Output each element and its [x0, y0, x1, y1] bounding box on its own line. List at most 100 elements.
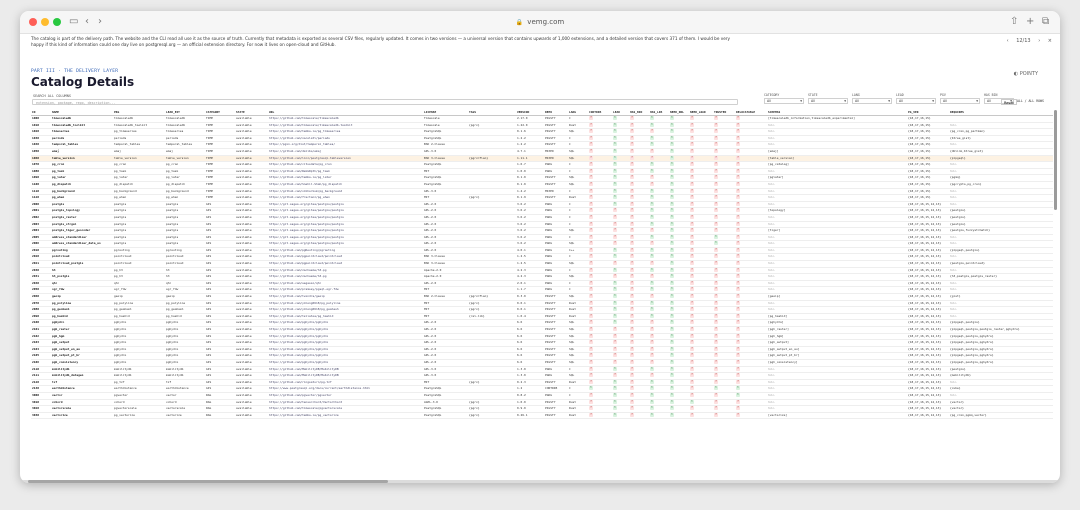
table-row[interactable]: 2111 mobilitydb_datagen mobilitydb mobility…	[31, 372, 1053, 380]
table-row[interactable]: 3010 vchord vchord vchord RAG available https:…	[31, 399, 1053, 407]
table-row[interactable]: 1100 pg_dispatch pg_dispatch pg_dispatch TIM…	[31, 181, 1053, 189]
table-row[interactable]: 2003 postgis_sfcgal postgis postgis GIS avail…	[31, 221, 1053, 229]
cell-state: available	[235, 181, 268, 189]
false-badge: f	[589, 241, 593, 246]
cell-url: https://github.com/timescale/pgvectorsca…	[268, 405, 423, 413]
next-slide-button[interactable]: ›	[1038, 38, 1040, 44]
table-row[interactable]: 1040 temporal_tables temporal_tables tempor…	[31, 141, 1053, 149]
horizontal-scrollbar[interactable]	[20, 480, 1060, 483]
table-row[interactable]: 2060 geoip geoip geoip GIS available https://g…	[31, 293, 1053, 301]
sidebar-toggle-icon[interactable]: ▭	[69, 16, 78, 28]
cell-contrib: f	[588, 240, 612, 248]
table-row[interactable]: 2090 pg_hashid pg_hashid pg_hashid GIS availa…	[31, 313, 1053, 321]
cell-lead-ext: earthdistance	[165, 385, 205, 393]
zoom-window-button[interactable]	[53, 18, 61, 26]
filter-select[interactable]: All	[852, 98, 892, 104]
cell-version: 0.1.6	[516, 128, 544, 136]
table-row[interactable]: 2080 pg_geohash pg_geohash pg_geohash GIS ava…	[31, 306, 1053, 314]
address-bar[interactable]: 🔒 vemg.com	[350, 15, 730, 29]
table-row[interactable]: 1090 pg_later pg_later pg_later TIME availabl…	[31, 174, 1053, 182]
cell-id: 2050	[31, 286, 51, 295]
vertical-scrollbar[interactable]	[1054, 110, 1057, 210]
pointy-button[interactable]: ◐ POINTY	[1014, 71, 1038, 77]
cell-name: mobilitydb_datagen	[51, 372, 113, 380]
reset-button[interactable]: Reset	[1001, 99, 1017, 105]
close-window-button[interactable]	[29, 18, 37, 26]
table-row[interactable]: 2101 pgh_raster pghydro pghydro GIS available…	[31, 326, 1053, 334]
back-icon[interactable]: ‹	[85, 16, 89, 28]
table-row[interactable]: 2000 postgis postgis postgis GIS available htt…	[31, 201, 1053, 209]
table-row[interactable]: 2031 h3_postgis pg_h3 h3 GIS available https:/…	[31, 273, 1053, 281]
filter-lead[interactable]: LEAD All	[896, 93, 936, 104]
close-overlay-button[interactable]: ×	[1048, 38, 1052, 44]
table-row[interactable]: 2010 pgrouting pgrouting pgrouting GIS availa…	[31, 247, 1053, 255]
table-row[interactable]: 3000 vector pgvector vector RAG available http…	[31, 392, 1053, 400]
false-badge: f	[613, 340, 617, 345]
minimize-window-button[interactable]	[41, 18, 49, 26]
table-row[interactable]: 1060 table_version table_version table_vers…	[31, 155, 1053, 163]
table-row[interactable]: 2103 pgh_output pghydro pghydro GIS available…	[31, 339, 1053, 347]
table-row[interactable]: 2006 address_standardizer_data_us postgis p…	[31, 240, 1053, 248]
table-row[interactable]: 2106 pgh_consistency pghydro pghydro GIS avai…	[31, 359, 1053, 367]
true-badge: t	[650, 116, 654, 120]
filter-select[interactable]: All	[808, 98, 848, 104]
filter-select[interactable]: All	[940, 98, 980, 104]
cell-relocatable: f	[735, 352, 767, 360]
table-row[interactable]: 2020 pointcloud pointcloud pointcloud GIS ava…	[31, 253, 1053, 262]
cell-requires: {cube}	[949, 385, 1053, 393]
filter-pgv[interactable]: PGV All	[940, 93, 980, 104]
table-row[interactable]: 3030 vectorize pg_vectorize vectorize RAG ava…	[31, 412, 1053, 420]
filter-select[interactable]: All	[764, 98, 804, 104]
true-badge: t	[650, 135, 654, 140]
table-row[interactable]: 1120 pg_when pg_when pg_when TIME available ht…	[31, 194, 1053, 202]
table-row[interactable]: 1020 timeseries pg_timeseries timeseries TIM…	[31, 128, 1053, 136]
false-badge: f	[736, 373, 740, 378]
filter-lang[interactable]: LANG All	[852, 93, 892, 104]
table-row[interactable]: 2070 pg_polyline pg_polyline pg_polyline GIS…	[31, 300, 1053, 308]
table-row[interactable]: 2104 pgh_output_en_au pghydro pghydro GIS ava…	[31, 346, 1053, 354]
table-row[interactable]: 1050 emaj emaj emaj TIME available https://git…	[31, 148, 1053, 156]
table-row[interactable]: 2005 address_standardizer postgis postgis GI…	[31, 234, 1053, 242]
table-row[interactable]: 2030 h3 pg_h3 h3 GIS available https://github.…	[31, 267, 1053, 275]
table-row[interactable]: 2110 mobilitydb mobilitydb mobilitydb GIS ava…	[31, 366, 1053, 374]
search-input[interactable]: extension, package, repo, description...	[32, 99, 738, 105]
forward-icon[interactable]: ›	[98, 16, 102, 28]
cell-schemas: [pgh_output]	[767, 339, 907, 347]
catalog-table-container[interactable]: ID NAME PKG LEAD_EXT CATEGORY STATE URL LICENSE…	[31, 110, 1053, 481]
table-row[interactable]: 2040 q3c q3c q3c GIS available https://github.…	[31, 280, 1053, 288]
table-row[interactable]: 2100 pghydro pghydro pghydro GIS available htt…	[31, 319, 1053, 327]
table-row[interactable]: 1010 timescaledb_toolkit timescaledb_toolk…	[31, 122, 1053, 130]
table-row[interactable]: 2004 postgis_tiger_geocoder postgis postgis…	[31, 227, 1053, 235]
cell-requires: NULL	[949, 168, 1053, 176]
cell-contrib: f	[588, 188, 612, 196]
new-tab-icon[interactable]: +	[1026, 16, 1034, 28]
cell-id: 1080	[31, 168, 51, 176]
cell-lead: t	[612, 115, 629, 123]
false-badge: f	[714, 155, 718, 160]
table-row[interactable]: 2105 pgh_output_pt_br pghydro pghydro GIS ava…	[31, 352, 1053, 360]
table-row[interactable]: 2102 pgh_hgm pghydro pghydro GIS available htt…	[31, 333, 1053, 341]
table-row[interactable]: 2002 postgis_raster postgis postgis GIS avail…	[31, 214, 1053, 222]
table-row[interactable]: 1030 periods periods periods TIME available ht…	[31, 135, 1053, 143]
table-row[interactable]: 1070 pg_cron pg_cron pg_cron TIME available ht…	[31, 161, 1053, 169]
filter-state[interactable]: STATE All	[808, 93, 848, 104]
share-icon[interactable]: ⇧	[1010, 16, 1018, 28]
table-row[interactable]: 1000 timescaledb timescaledb timescaledb TIM…	[31, 115, 1053, 123]
filter-category[interactable]: CATEGORY All	[764, 93, 804, 104]
cell-lead-ext: pg_later	[165, 174, 205, 182]
table-row[interactable]: 1110 pg_background pg_background pg_backgro…	[31, 188, 1053, 196]
table-row[interactable]: 2130 earthdistance earthdistance earthdista…	[31, 385, 1053, 393]
tabs-overview-icon[interactable]: ⧉	[1042, 16, 1049, 28]
horizontal-scroll-thumb[interactable]	[28, 480, 388, 483]
table-row[interactable]: 2001 postgis_topology postgis postgis GIS ava…	[31, 207, 1053, 215]
cell-category: TIME	[205, 128, 235, 136]
table-row[interactable]: 2120 tzf pg_tzf tzf GIS available https://gith…	[31, 379, 1053, 387]
table-row[interactable]: 2050 ogr_fdw ogr_fdw ogr_fdw GIS available htt…	[31, 286, 1053, 295]
cell-requires: {vector}	[949, 399, 1053, 407]
cell-need-ddl: t	[669, 286, 689, 295]
table-row[interactable]: 1080 pg_task pg_task pg_task TIME available ht…	[31, 168, 1053, 176]
table-row[interactable]: 2021 pointcloud_postgis pointcloud pointclo…	[31, 260, 1053, 268]
filter-select[interactable]: All	[896, 98, 936, 104]
table-row[interactable]: 3020 vectorscale pgvectorscale vectorscale R…	[31, 405, 1053, 413]
prev-slide-button[interactable]: ‹	[1007, 38, 1009, 44]
